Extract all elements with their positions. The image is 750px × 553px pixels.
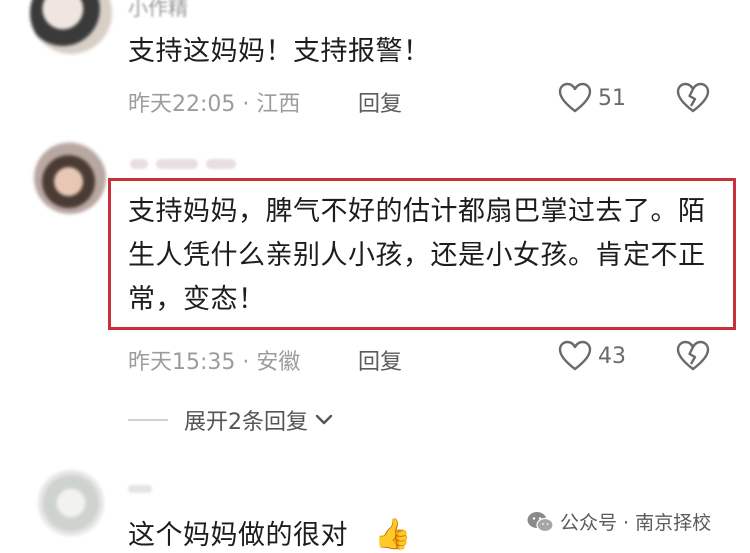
comment-text: 支持妈妈，脾气不好的估计都扇巴掌过去了。陌生人凭什么亲别人小孩，还是小女孩。肯定… xyxy=(128,196,706,315)
broken-heart-icon xyxy=(676,82,710,113)
expand-replies-button[interactable]: 展开2条回复 xyxy=(128,404,334,436)
comment-username[interactable] xyxy=(130,150,270,172)
expand-replies-label: 展开2条回复 xyxy=(184,410,308,435)
reply-button[interactable]: 回复 xyxy=(358,86,402,118)
comment-username[interactable]: 小作精 xyxy=(128,0,188,21)
watermark: 公众号 · 南京择校 xyxy=(526,508,711,535)
like-count: 43 xyxy=(598,343,626,369)
comment-meta: 昨天15:35 · 安徽 xyxy=(128,350,301,375)
wechat-icon xyxy=(527,511,554,532)
like-button[interactable]: 51 xyxy=(558,82,626,114)
reply-button[interactable]: 回复 xyxy=(358,344,402,376)
like-count: 51 xyxy=(598,85,626,111)
heart-outline-icon xyxy=(558,340,592,371)
dislike-button[interactable] xyxy=(676,340,710,376)
avatar[interactable] xyxy=(30,0,112,54)
watermark-text: 公众号 · 南京择校 xyxy=(560,512,712,534)
comment-meta: 昨天22:05 · 江西 xyxy=(128,92,301,117)
heart-outline-icon xyxy=(558,82,592,113)
avatar[interactable] xyxy=(34,142,106,214)
divider xyxy=(128,419,168,421)
comment-username[interactable] xyxy=(128,474,168,494)
comment-text: 这个妈妈做的很对 xyxy=(128,520,348,551)
like-button[interactable]: 43 xyxy=(558,340,626,372)
avatar[interactable] xyxy=(38,470,104,536)
thumbs-up-emoji: 👍 xyxy=(374,517,412,552)
chevron-down-icon xyxy=(315,414,333,425)
broken-heart-icon xyxy=(676,340,710,371)
dislike-button[interactable] xyxy=(676,82,710,118)
comment-text: 支持这妈妈！支持报警！ xyxy=(128,36,431,67)
